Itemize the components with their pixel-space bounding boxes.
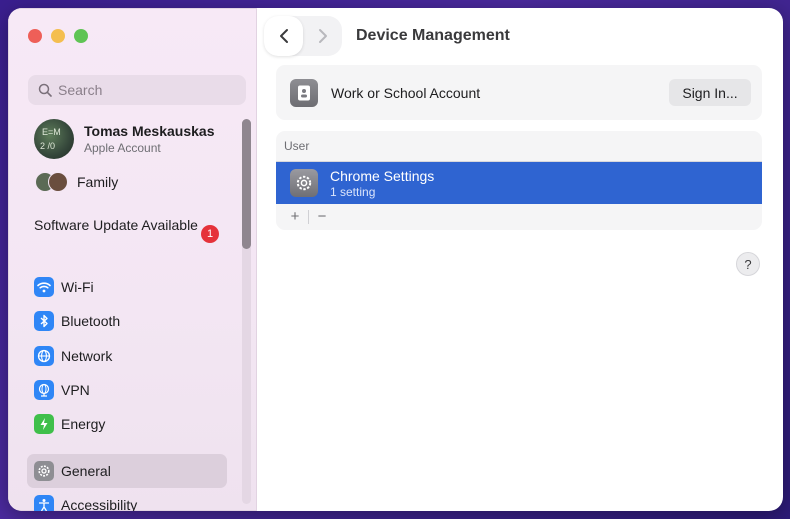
software-update-item[interactable]: Software Update Available (34, 217, 224, 234)
family-avatar (48, 172, 68, 192)
id-badge-icon (290, 78, 318, 107)
work-account-label: Work or School Account (331, 84, 481, 101)
bluetooth-icon (34, 311, 54, 331)
chevron-right-icon (318, 29, 327, 43)
sidebar-item-label: Accessibility (61, 497, 138, 511)
work-account-card: Work or School Account Sign In... (276, 65, 762, 120)
accessibility-icon (34, 495, 54, 511)
sidebar-item-label: Network (61, 348, 113, 364)
family-label: Family (77, 174, 119, 190)
sidebar-item-bluetooth[interactable]: Bluetooth (34, 311, 120, 331)
wifi-icon (34, 277, 54, 297)
forward-button[interactable] (303, 28, 342, 44)
list-footer: + − (276, 204, 762, 229)
sidebar-item-general[interactable]: General (34, 461, 111, 481)
close-button[interactable] (28, 29, 42, 43)
sidebar-item-label: Bluetooth (61, 313, 121, 329)
search-input[interactable]: Search (28, 75, 246, 105)
sidebar-item-wifi[interactable]: Wi-Fi (34, 277, 94, 297)
list-header: User (284, 139, 310, 153)
sidebar: Search E=M 2 /0 Tomas Meskauskas Apple A… (8, 8, 257, 511)
account-name: Tomas Meskauskas (84, 123, 215, 139)
zoom-button[interactable] (74, 29, 88, 43)
search-placeholder: Search (58, 82, 103, 98)
profile-subtitle: 1 setting (330, 184, 376, 199)
minimize-button[interactable] (51, 29, 65, 43)
globe-icon (34, 346, 54, 366)
vpn-globe-icon (34, 380, 54, 400)
sidebar-scroll-thumb[interactable] (242, 119, 251, 249)
sidebar-item-energy[interactable]: Energy (34, 414, 105, 434)
sidebar-item-label: VPN (61, 382, 90, 398)
window-controls (28, 29, 88, 43)
lightning-icon (34, 414, 54, 434)
help-button[interactable]: ? (736, 252, 760, 276)
sidebar-item-accessibility[interactable]: Accessibility (34, 495, 137, 511)
chevron-left-icon (279, 29, 288, 43)
sign-in-button[interactable]: Sign In... (669, 79, 751, 106)
account-item[interactable]: E=M 2 /0 Tomas Meskauskas Apple Account (34, 119, 214, 159)
sidebar-item-vpn[interactable]: VPN (34, 380, 90, 400)
profile-title: Chrome Settings (330, 167, 435, 184)
sidebar-item-label: Energy (61, 416, 106, 432)
page-title: Device Management (356, 27, 510, 44)
divider (308, 209, 309, 224)
sidebar-item-label: General (61, 463, 111, 479)
update-badge: 1 (201, 225, 219, 243)
back-button[interactable] (264, 16, 303, 56)
gear-icon (290, 169, 318, 197)
gear-icon (34, 461, 54, 481)
table-row[interactable]: Chrome Settings 1 setting (276, 161, 762, 204)
family-item[interactable]: Family (35, 172, 118, 192)
add-button[interactable]: + (284, 208, 306, 225)
settings-window: Search E=M 2 /0 Tomas Meskauskas Apple A… (8, 8, 783, 511)
avatar: E=M 2 /0 (34, 119, 74, 159)
account-subtitle: Apple Account (84, 141, 161, 155)
toolbar: Device Management (264, 16, 510, 56)
navigation-buttons (264, 16, 342, 56)
sidebar-item-network[interactable]: Network (34, 346, 112, 366)
search-icon (38, 83, 52, 97)
profiles-list: User Chrome Settings 1 setting + − (276, 131, 762, 230)
sidebar-item-label: Wi-Fi (61, 279, 94, 295)
remove-button[interactable]: − (311, 208, 333, 225)
